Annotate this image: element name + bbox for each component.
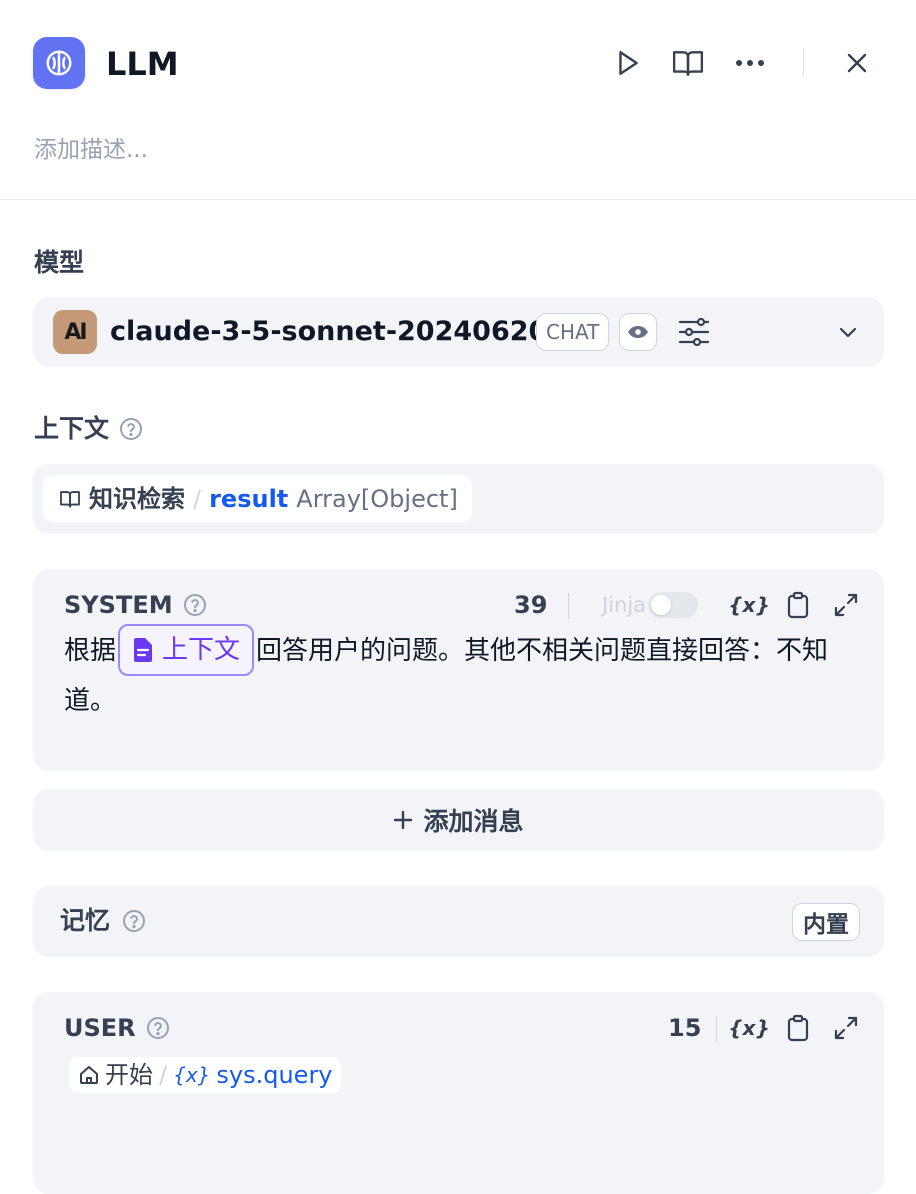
context-variable-box[interactable]: 知识检索 / result Array[Object] [33,464,884,534]
user-separator: / [159,1061,168,1089]
memory-label-row: 记忆 [60,903,146,939]
model-selector[interactable]: AI claude-3-5-sonnet-20240620 CHAT [33,297,884,367]
variable-icon: {x} [173,1063,211,1087]
help-icon[interactable] [119,417,143,441]
prompt-text-before: 根据 [64,636,117,666]
system-prompt-text[interactable]: 根据 上下文 回答用户的问题。其他不相关问题直接回答：不知道。 [64,623,864,726]
model-params-button[interactable] [675,313,713,351]
jinja-toggle[interactable]: Jinja [602,589,699,621]
user-variable-name: sys.query [216,1061,333,1089]
chat-mode-badge: CHAT [536,313,610,351]
user-prompt-editor[interactable]: USER 15 {x} 开始 / {x} sys.query [33,992,884,1194]
help-icon[interactable] [146,1016,170,1040]
expand-icon [834,1016,858,1040]
context-token[interactable]: 上下文 [118,623,255,676]
plus-icon [394,810,413,830]
play-icon [619,51,638,75]
user-role-label: USER [64,1014,136,1042]
eye-icon [628,326,648,338]
user-char-count: 15 [668,1014,702,1042]
clipboard-icon [787,591,809,619]
copy-button[interactable] [780,587,816,623]
close-icon [847,53,867,73]
context-label-row: 上下文 [34,411,143,447]
expand-button[interactable] [828,587,864,623]
chevron-down-icon[interactable] [835,319,861,345]
vision-badge [619,313,657,351]
system-char-count: 39 [514,591,548,619]
context-variable-chip[interactable]: 知识检索 / result Array[Object] [43,475,472,522]
help-icon[interactable] [122,909,146,933]
system-prompt-editor[interactable]: SYSTEM 39 Jinja {x} 根据 上下文 回答用户的问题。其他不相关… [33,569,884,771]
file-text-icon [134,637,153,662]
copy-button[interactable] [780,1010,816,1046]
memory-label: 记忆 [60,906,111,935]
model-name: claude-3-5-sonnet-20240620 [110,316,548,347]
toolbar-divider [716,1016,717,1042]
home-icon [80,1066,98,1084]
more-button[interactable] [731,44,769,82]
description-input[interactable]: 添加描述... [34,132,148,168]
close-button[interactable] [838,44,876,82]
insert-variable-icon[interactable]: {x} [728,587,769,623]
context-separator: / [193,484,202,513]
expand-button[interactable] [828,1010,864,1046]
add-message-button[interactable]: 添加消息 [33,789,884,851]
context-variable-name: result [209,484,289,513]
toggle-knob [651,595,672,615]
book-open-icon [672,51,704,76]
context-node-name: 知识检索 [89,484,185,513]
panel-header: LLM 添加描述... [0,0,916,200]
model-label: 模型 [34,248,85,277]
user-role-row: USER [64,1012,170,1044]
book-open-icon [60,490,80,508]
context-variable-type: Array[Object] [296,484,458,513]
help-icon[interactable] [183,593,207,617]
context-label: 上下文 [34,414,110,443]
anthropic-logo-icon: AI [53,310,97,354]
llm-node-panel: LLM 添加描述... 模型 AI claude-3-5-sonnet-2024… [0,0,916,1194]
context-token-label: 上下文 [162,634,241,665]
toolbar-divider [568,593,569,619]
builtin-badge: 内置 [792,903,860,941]
page-title: LLM [106,45,179,83]
memory-section: 记忆 内置 [33,886,884,957]
header-divider [803,48,804,78]
clipboard-icon [787,1014,809,1042]
jinja-label: Jinja [602,593,647,617]
user-variable-chip[interactable]: 开始 / {x} sys.query [69,1057,341,1093]
more-horizontal-icon [736,60,764,66]
docs-button[interactable] [669,44,707,82]
jinja-switch[interactable] [648,592,699,618]
run-button[interactable] [609,44,647,82]
system-role-row: SYSTEM [64,589,207,621]
sliders-icon [678,317,710,347]
llm-node-icon [33,37,85,89]
expand-icon [834,593,858,617]
add-message-label: 添加消息 [423,807,524,836]
system-role-label: SYSTEM [64,591,173,619]
user-node-name: 开始 [105,1061,153,1089]
insert-variable-icon[interactable]: {x} [728,1010,769,1046]
